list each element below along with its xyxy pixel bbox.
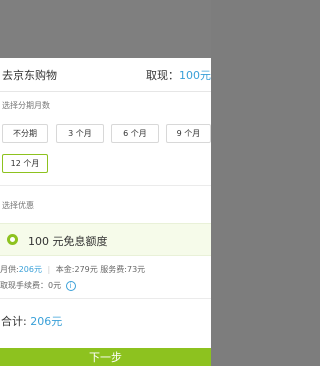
- divider: [0, 298, 211, 299]
- installment-option-6[interactable]: 6 个月: [111, 124, 159, 143]
- merchant-title: 去京东购物: [2, 69, 57, 82]
- sheet-header: 去京东购物 取现：100元: [0, 58, 211, 92]
- monthly-label: 月供:: [0, 265, 19, 274]
- installment-option-12[interactable]: 12 个月: [2, 154, 48, 173]
- withdraw-fee-row: 取现手续费：0元 i: [0, 280, 76, 291]
- coupon-option[interactable]: 100 元免息额度: [0, 223, 211, 256]
- withdraw-fee-text: 取现手续费：0元: [0, 281, 62, 290]
- withdraw-amount: 取现：100元: [146, 69, 211, 82]
- coupon-label: 100 元免息额度: [28, 235, 108, 248]
- next-button[interactable]: 下一步: [0, 348, 211, 366]
- total-label: 合计:: [1, 315, 27, 328]
- radio-selected-icon[interactable]: [7, 234, 18, 245]
- monthly-value: 206元: [18, 265, 42, 274]
- dim-overlay[interactable]: [0, 0, 211, 58]
- divider: [0, 185, 211, 186]
- service-fee-text: 服务费:73元: [100, 265, 146, 274]
- installment-option-9[interactable]: 9 个月: [166, 124, 211, 143]
- installment-section-label: 选择分期月数: [2, 101, 50, 110]
- installment-option-3[interactable]: 3 个月: [56, 124, 104, 143]
- monthly-summary: 月供:206元 | 本金:279元 服务费:73元: [0, 265, 146, 274]
- principal-text: 本金:279元: [55, 265, 98, 274]
- total-value: 206元: [30, 315, 63, 328]
- total-row: 合计: 206元: [1, 313, 62, 329]
- info-icon[interactable]: i: [65, 280, 76, 291]
- installment-option-none[interactable]: 不分期: [2, 124, 48, 143]
- coupon-section-label: 选择优惠: [2, 201, 34, 210]
